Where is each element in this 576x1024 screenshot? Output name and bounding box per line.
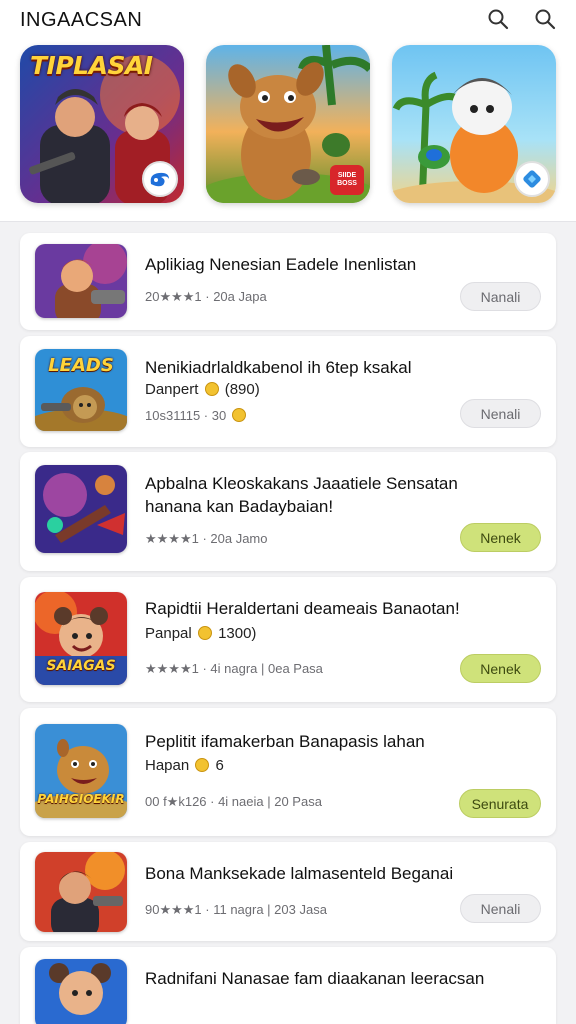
app-card-5-sub: Hapan 6 [145, 757, 224, 774]
app-card-3-title-line2: hanana kan Badaybaian! [145, 497, 334, 516]
app-card-4-title: Rapidtii Heraldertani deameais Banaotan! [145, 599, 460, 618]
app-card-4[interactable]: SAIAGAS Rapidtii Heraldertani deameais B… [20, 577, 556, 702]
app-card-7-title: Radnifani Nanasae fam diaakanan leeracsa… [145, 969, 485, 988]
app-card-4-thumbnail: SAIAGAS [35, 592, 127, 685]
app-card-5-title: Peplitit ifamakerban Banapasis lahan [145, 732, 425, 751]
app-card-2-install-button[interactable]: Nenali [460, 399, 541, 428]
app-card-6-title: Bona Manksekade lalmasenteld Beganai [145, 864, 454, 883]
app-card-2-meta: 10s31115 · 30 [145, 408, 248, 423]
app-card-2-sub: Danpert (890) [145, 381, 260, 398]
page-title: INGAACSAN [20, 9, 143, 31]
coin-icon [204, 382, 219, 396]
app-card-4-install-button[interactable]: Nenek [460, 654, 541, 683]
app-card-5-sub-text: Hapan [145, 757, 190, 774]
app-card-6-install-button[interactable]: Nenali [460, 894, 541, 923]
app-card-6[interactable]: Bona Manksekade lalmasenteld Beganai 90★… [20, 842, 556, 941]
app-card-3-thumbnail [35, 465, 127, 553]
app-card-5-thumb-label: PAIHGIOEKIR [37, 792, 125, 806]
featured-game-1-title: TIPLASAI [30, 51, 153, 80]
app-card-6-thumbnail [35, 852, 127, 932]
app-card-3-title: Apbalna Kleoskakans Jaaatiele Sensatan [145, 474, 458, 493]
app-card-5-install-button[interactable]: Senurata [459, 789, 541, 818]
app-card-5[interactable]: PAIHGIOEKIR Peplitit ifamakerban Banapas… [20, 708, 556, 836]
app-card-1-install-button[interactable]: Nanali [460, 282, 541, 311]
featured-game-2[interactable]: SIIDE BOSS [206, 45, 370, 203]
app-card-7-thumbnail [35, 959, 127, 1024]
app-card-3-install-button[interactable]: Nenek [460, 523, 541, 552]
featured-game-1-badge-icon [142, 161, 178, 197]
search-icon[interactable] [486, 7, 510, 31]
app-card-4-sub: Panpal 1300) [145, 625, 256, 642]
coin-icon [197, 626, 212, 640]
coin-icon [231, 408, 246, 422]
app-card-5-thumbnail: PAIHGIOEKIR [35, 724, 127, 818]
app-card-4-sub-text: Panpal [145, 625, 192, 642]
app-card-2-thumbnail: LEADS [35, 349, 127, 431]
app-card-1-thumbnail [35, 244, 127, 318]
app-card-2-sub-text: Danpert [145, 381, 199, 398]
app-card-7[interactable]: Radnifani Nanasae fam diaakanan leeracsa… [20, 947, 556, 1024]
app-card-5-meta: 00 f★k126 · 4i naeia | 20 Pasa [145, 794, 322, 809]
app-card-4-thumb-label: SAIAGAS [46, 658, 116, 674]
app-card-5-sub-count: 6 [215, 757, 224, 774]
header-panel: INGAACSAN TIPLASAI SIIDE BOSS [0, 0, 576, 222]
app-card-2-title: Nenikiadrlaldkabenol ih 6tep ksakal [145, 358, 412, 377]
app-card-1-title: Aplikiag Nenesian Eadele Inenlistan [145, 255, 417, 274]
featured-game-3[interactable] [392, 45, 556, 203]
featured-game-1[interactable]: TIPLASAI [20, 45, 184, 203]
app-card-4-meta: ★★★★1 · 4i nagra | 0ea Pasa [145, 661, 323, 676]
app-card-2[interactable]: LEADS Nenikiadrlaldkabenol ih 6tep ksaka… [20, 336, 556, 447]
featured-game-2-tag: SIIDE BOSS [330, 165, 364, 195]
search-icon-secondary[interactable] [533, 7, 557, 31]
app-card-1[interactable]: Aplikiag Nenesian Eadele Inenlistan 20★★… [20, 233, 556, 330]
app-card-1-meta: 20★★★1 · 20a Japa [145, 289, 267, 304]
app-card-6-meta: 90★★★1 · 11 nagra | 203 Jasa [145, 902, 327, 917]
app-card-2-meta-text: 10s31115 · 30 [145, 408, 227, 423]
coin-icon [195, 758, 210, 772]
app-card-3[interactable]: Apbalna Kleoskakans Jaaatiele Sensatan h… [20, 452, 556, 571]
app-card-2-sub-count: (890) [224, 381, 260, 398]
app-card-4-sub-count: 1300) [218, 625, 257, 642]
featured-game-3-badge-icon [514, 161, 550, 197]
app-card-3-meta: ★★★★1 · 20a Jamo [145, 531, 268, 546]
app-card-2-thumb-label: LEADS [48, 355, 114, 376]
